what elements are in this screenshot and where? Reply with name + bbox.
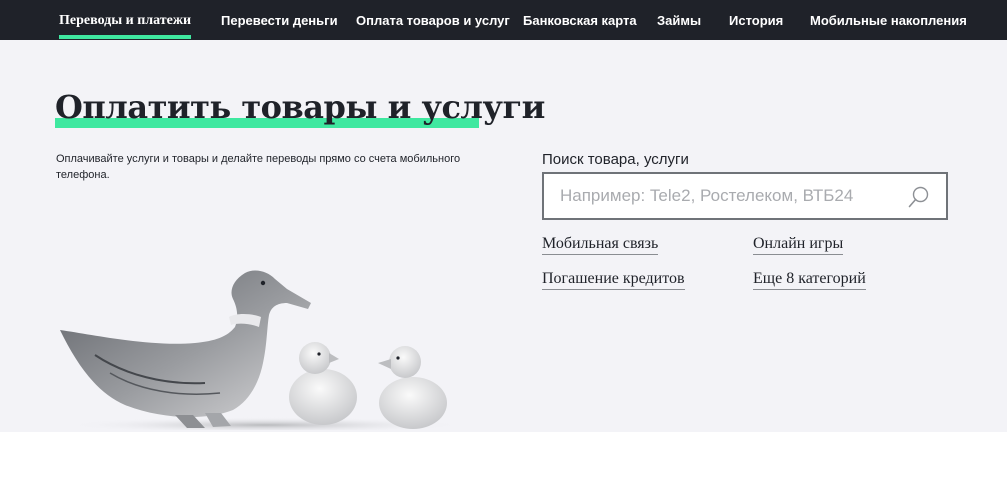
nav-item-label: Перевести деньги — [221, 13, 338, 28]
search-input[interactable] — [560, 174, 900, 218]
nav-item-label: Банковская карта — [523, 13, 637, 28]
search-icon[interactable] — [907, 185, 931, 209]
page-title: Оплатить товары и услуги — [55, 88, 545, 126]
nav-item-history[interactable]: История — [729, 0, 783, 40]
search-label: Поиск товара, услуги — [542, 151, 689, 168]
nav-item-label: Оплата товаров и услуг — [356, 13, 510, 28]
nav-item-payments-transfers[interactable]: Переводы и платежи — [59, 0, 192, 40]
nav-item-loans[interactable]: Займы — [657, 0, 701, 40]
search-box — [542, 172, 948, 220]
nav-item-send-money[interactable]: Перевести деньги — [221, 0, 338, 40]
nav-item-label: Переводы и платежи — [59, 13, 192, 28]
active-tab-indicator — [59, 35, 192, 39]
page-description: Оплачивайте услуги и товары и делайте пе… — [56, 153, 461, 181]
category-online-games-link[interactable]: Онлайн игры — [753, 235, 844, 255]
category-mobile-link[interactable]: Мобильная связь — [542, 235, 659, 255]
top-navigation: Переводы и платежи Перевести деньги Опла… — [0, 0, 1007, 40]
hero-section: Оплатить товары и услуги Оплачивайте усл… — [0, 40, 1007, 432]
nav-item-mobile-savings[interactable]: Мобильные накопления — [810, 0, 967, 40]
ducks-illustration — [60, 270, 460, 430]
nav-item-bank-card[interactable]: Банковская карта — [523, 0, 637, 40]
nav-item-label: Займы — [657, 13, 702, 28]
category-more-link[interactable]: Еще 8 категорий — [753, 270, 866, 290]
category-loan-repayment-link[interactable]: Погашение кредитов — [542, 270, 685, 290]
nav-item-label: История — [729, 13, 784, 28]
nav-item-label: Мобильные накопления — [810, 13, 967, 28]
nav-item-pay-goods-services[interactable]: Оплата товаров и услуг — [356, 0, 510, 40]
